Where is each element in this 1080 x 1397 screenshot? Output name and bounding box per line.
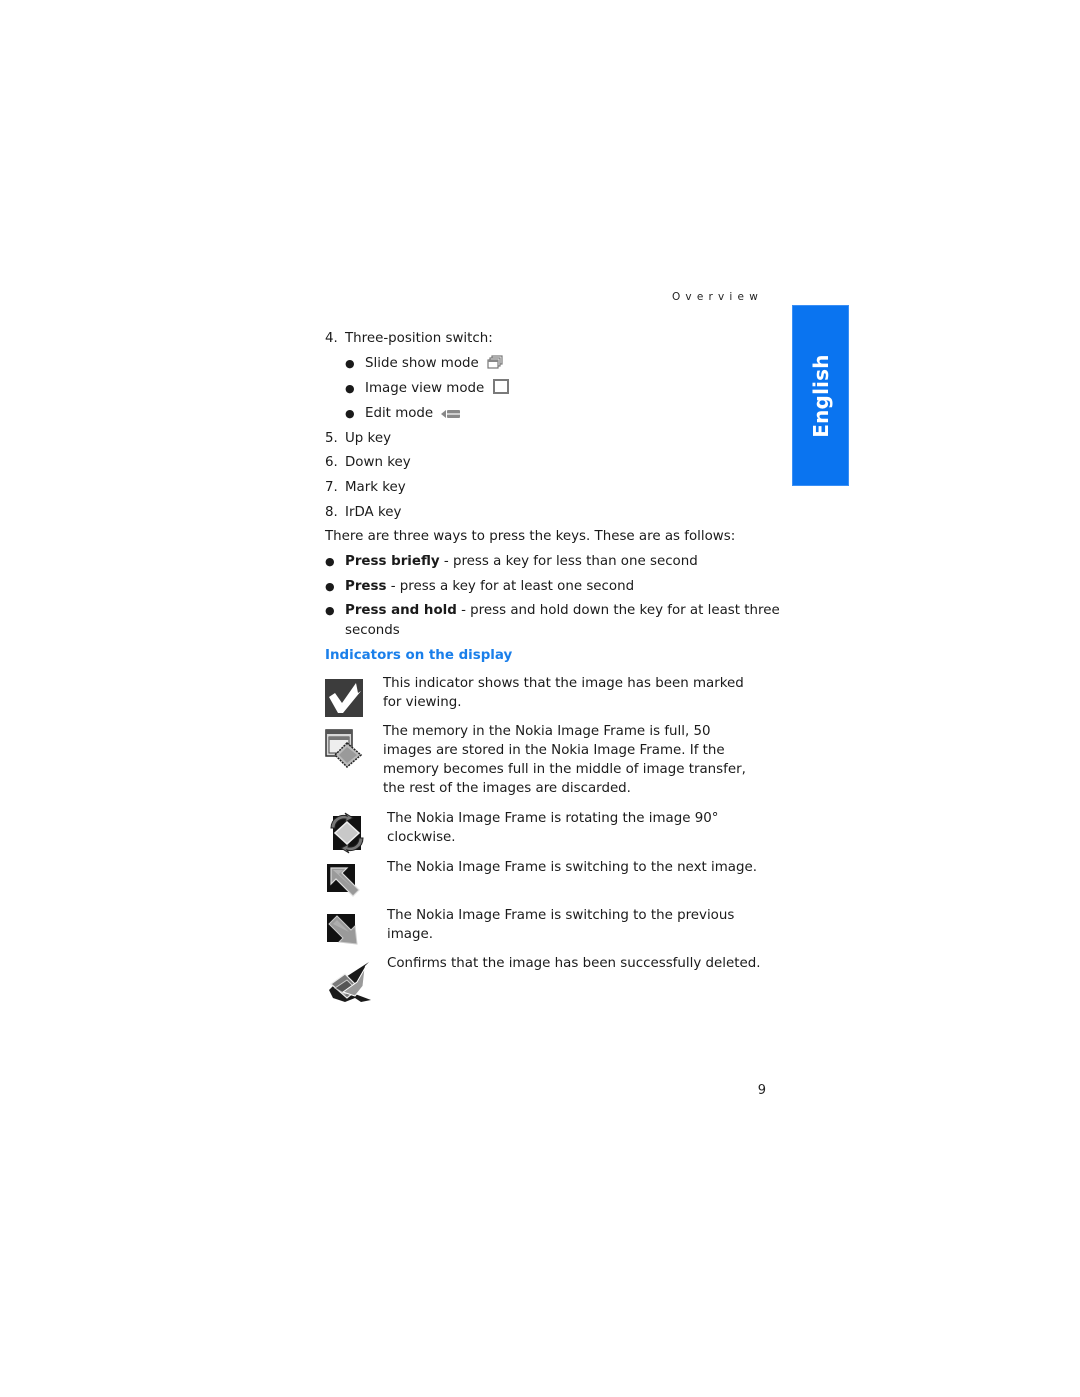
press-type-description: - press a key for less than one second [439, 554, 698, 569]
list-label: IrDA key [345, 505, 402, 520]
press-type-continuation: seconds [345, 623, 400, 638]
bullet: ● [325, 555, 335, 568]
press-intro-paragraph: There are three ways to press the keys. … [325, 529, 736, 544]
list-label: Up key [345, 431, 391, 446]
mode-item-slide-show: ● Slide show mode [345, 354, 503, 375]
edit-mode-icon [441, 406, 461, 425]
list-number: 7. [325, 480, 338, 495]
list-item-key: 7. Mark key [325, 478, 406, 497]
bullet: ● [325, 604, 335, 617]
running-head: Overview [671, 291, 763, 303]
press-type-term: Press [345, 579, 387, 594]
press-type-item: ● Press briefly - press a key for less th… [325, 552, 698, 571]
bullet: ● [345, 382, 355, 395]
indicator-description: The memory in the Nokia Image Frame is f… [383, 724, 746, 796]
press-type-term: Press and hold [345, 603, 457, 618]
manual-page: Overview English 4. Three-position switch… [0, 0, 1080, 1397]
image-view-mode-icon [492, 379, 509, 400]
marked-checkmark-icon [325, 679, 363, 723]
page-number: 9 [757, 1083, 766, 1098]
mode-label: Image view mode [365, 381, 485, 396]
indicator-description: Confirms that the image has been success… [387, 956, 761, 971]
indicator-description: The Nokia Image Frame is switching to th… [387, 860, 757, 875]
list-item-key: 6. Down key [325, 453, 411, 472]
indicator-description: The Nokia Image Frame is switching to th… [387, 908, 735, 942]
list-label: Mark key [345, 480, 406, 495]
indicator-description: The Nokia Image Frame is rotating the im… [387, 811, 719, 845]
press-type-item: ● Press - press a key for at least one se… [325, 577, 634, 596]
rotate-icon [325, 812, 369, 860]
press-type-description: - press a key for at least one second [386, 579, 635, 594]
indicator-description: This indicator shows that the image has … [383, 676, 744, 710]
mode-label: Edit mode [365, 406, 434, 421]
language-tab-label: English [808, 353, 833, 438]
list-number: 8. [325, 505, 338, 520]
bullet: ● [325, 580, 335, 593]
list-item-key: 8. IrDA key [325, 503, 401, 522]
mode-label: Slide show mode [365, 356, 479, 371]
list-number: 4. [325, 331, 338, 346]
deleted-icon [325, 960, 373, 1012]
next-image-icon [325, 862, 361, 904]
bullet: ● [345, 407, 355, 420]
section-heading: Indicators on the display [325, 648, 513, 663]
list-number: 6. [325, 455, 338, 470]
list-label: Three-position switch: [345, 331, 493, 346]
press-type-term: Press briefly [345, 554, 440, 569]
previous-image-icon [325, 912, 361, 952]
bullet: ● [345, 357, 355, 370]
slide-show-mode-icon [487, 355, 503, 375]
list-label: Down key [345, 455, 411, 470]
list-item-switch: 4. Three-position switch: [325, 329, 493, 348]
mode-item-image-view: ● Image view mode [345, 379, 509, 400]
press-type-description: - press and hold down the key for at lea… [456, 603, 780, 618]
list-number: 5. [325, 431, 338, 446]
memory-full-icon [325, 729, 363, 775]
press-type-item: ● Press and hold - press and hold down th… [325, 601, 780, 620]
list-item-key: 5. Up key [325, 429, 391, 448]
mode-item-edit: ● Edit mode [345, 404, 461, 425]
language-tab: English [792, 305, 849, 486]
